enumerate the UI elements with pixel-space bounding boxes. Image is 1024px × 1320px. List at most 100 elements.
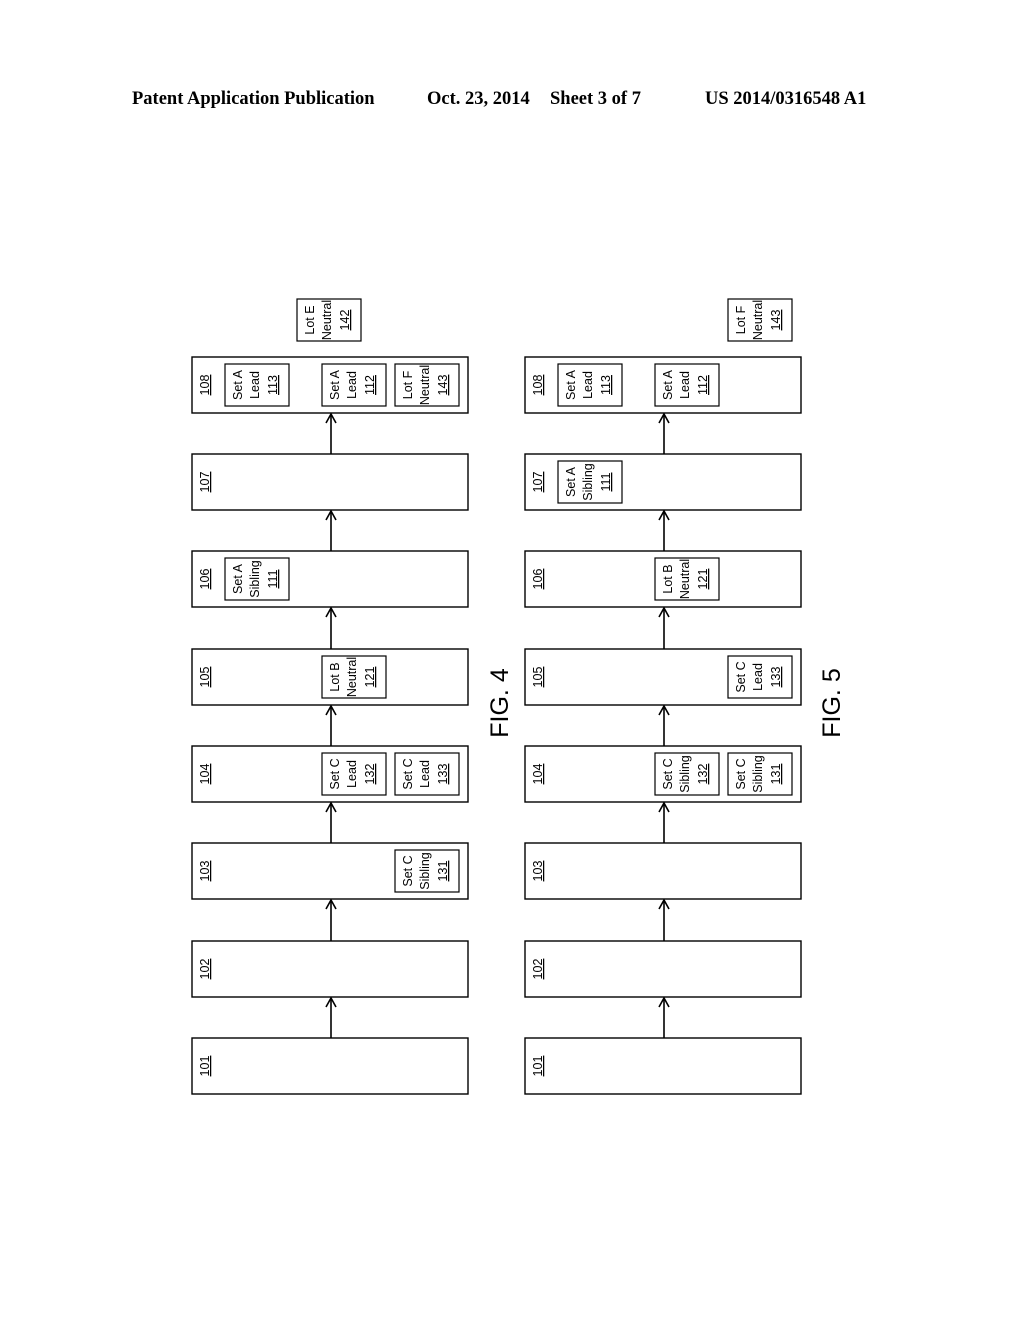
item-label-line: Sibling: [581, 463, 595, 501]
item-label-line: Sibling: [418, 852, 432, 890]
item-label-line: Lot F: [401, 370, 415, 399]
item-131: Set C Sibling 131: [394, 849, 460, 893]
item-133: Set C Lead 133: [394, 752, 460, 796]
stage-ref-number: 106: [531, 569, 545, 590]
figure-label: FIG. 5: [818, 668, 846, 737]
item-label-line: Set C: [401, 758, 415, 789]
stage-ref-number: 105: [198, 667, 212, 688]
item-121: Lot B Neutral 121: [321, 655, 387, 699]
item-132: Set C Sibling 132: [654, 752, 720, 796]
item-ref-number: 143: [769, 310, 783, 331]
stage-box: [524, 842, 802, 900]
stage-102: 102: [524, 940, 802, 998]
stage-103: 103 Set C Sibling 131: [191, 842, 469, 900]
item-label-line: Set A: [231, 369, 245, 400]
stage-105: 105 Set C Lead 133: [524, 648, 802, 706]
stage-ref-number: 106: [198, 569, 212, 590]
stage-ref-number: 105: [531, 667, 545, 688]
stage-ref-number: 101: [531, 1056, 545, 1077]
outside-item-142: Lot E Neutral 142: [296, 298, 362, 342]
stage-ref-number: 104: [198, 764, 212, 785]
stage-box: [191, 453, 469, 511]
stage-107: 107 Set A Sibling 111: [524, 453, 802, 511]
stage-106: 106 Set A Sibling 111: [191, 550, 469, 608]
stage-108: 108 Set A Lead 113 Set A Lead 112: [524, 356, 802, 414]
outside-item-143: Lot F Neutral 143: [727, 298, 793, 342]
item-label-line: Lead: [345, 760, 359, 788]
item-label-line: Lead: [248, 371, 262, 399]
stage-ref-number: 103: [198, 861, 212, 882]
stage-ref-number: 107: [531, 472, 545, 493]
stage-box: [524, 1037, 802, 1095]
item-label-line: Set A: [661, 369, 675, 400]
item-label-line: Lead: [678, 371, 692, 399]
stage-box: [191, 1037, 469, 1095]
stage-103: 103: [524, 842, 802, 900]
figure-4: 101102103 Set C Sibling 131104 Set C Lead 132 S…: [191, 298, 514, 1095]
item-ref-number: 111: [266, 569, 280, 588]
item-label-line: Set C: [401, 855, 415, 886]
stage-101: 101: [191, 1037, 469, 1095]
item-132: Set C Lead 132: [321, 752, 387, 796]
stage-104: 104 Set C Sibling 132 Set C Sibling 131: [524, 745, 802, 803]
item-label-line: Set A: [328, 369, 342, 400]
item-ref-number: 111: [599, 472, 613, 491]
item-133: Set C Lead 133: [727, 655, 793, 699]
item-label-line: Set A: [564, 369, 578, 400]
item-label-line: Lot F: [734, 305, 748, 334]
item-label-line: Set C: [734, 758, 748, 789]
item-112: Set A Lead 112: [654, 363, 720, 407]
stage-105: 105 Lot B Neutral 121: [191, 648, 469, 706]
item-111: Set A Sibling 111: [224, 557, 290, 601]
item-ref-number: 143: [436, 375, 450, 396]
item-label-line: Set A: [564, 466, 578, 497]
item-label-line: Set A: [231, 563, 245, 594]
item-ref-number: 131: [769, 764, 783, 785]
item-label-line: Sibling: [751, 755, 765, 793]
item-label-line: Sibling: [248, 560, 262, 598]
stage-box: [524, 940, 802, 998]
item-label-line: Lot B: [328, 662, 342, 691]
item-label-line: Lead: [581, 371, 595, 399]
stage-104: 104 Set C Lead 132 Set C Lead 133: [191, 745, 469, 803]
item-143: Lot F Neutral 143: [394, 363, 460, 407]
item-ref-number: 112: [696, 375, 710, 395]
item-ref-number: 113: [266, 375, 280, 395]
stage-102: 102: [191, 940, 469, 998]
item-113: Set A Lead 113: [224, 363, 290, 407]
item-ref-number: 133: [769, 667, 783, 688]
item-label-line: Lead: [418, 760, 432, 788]
stage-101: 101: [524, 1037, 802, 1095]
patent-drawing: 101102103 Set C Sibling 131104 Set C Lead 132 S…: [191, 298, 846, 1095]
stage-ref-number: 104: [531, 764, 545, 785]
stage-ref-number: 103: [531, 861, 545, 882]
item-label-line: Sibling: [678, 755, 692, 793]
item-label-line: Set C: [328, 758, 342, 789]
item-ref-number: 133: [436, 764, 450, 785]
item-ref-number: 142: [338, 310, 352, 331]
item-label-line: Lot E: [303, 305, 317, 334]
item-121: Lot B Neutral 121: [654, 557, 720, 601]
stage-108: 108 Set A Lead 113 Set A Lead 112 Lot F Neutral 1…: [191, 356, 469, 414]
stage-ref-number: 102: [531, 959, 545, 980]
item-ref-number: 132: [363, 764, 377, 785]
figure-5: 101102103104 Set C Sibling 132 Set C Sibling 1…: [524, 298, 846, 1095]
figure-label: FIG. 4: [486, 668, 514, 738]
stage-ref-number: 107: [198, 472, 212, 493]
item-label-line: Neutral: [345, 657, 359, 697]
item-111: Set A Sibling 111: [557, 460, 623, 504]
stage-107: 107: [191, 453, 469, 511]
item-112: Set A Lead 112: [321, 363, 387, 407]
item-label-line: Neutral: [320, 300, 334, 340]
item-131: Set C Sibling 131: [727, 752, 793, 796]
item-ref-number: 121: [696, 569, 710, 590]
item-label-line: Neutral: [751, 300, 765, 340]
item-label-line: Set C: [734, 661, 748, 692]
stage-box: [191, 940, 469, 998]
item-label-line: Neutral: [418, 365, 432, 405]
stage-ref-number: 102: [198, 959, 212, 980]
item-ref-number: 132: [696, 764, 710, 785]
stage-ref-number: 108: [531, 375, 545, 396]
stage-ref-number: 101: [198, 1056, 212, 1077]
item-label-line: Set C: [661, 758, 675, 789]
